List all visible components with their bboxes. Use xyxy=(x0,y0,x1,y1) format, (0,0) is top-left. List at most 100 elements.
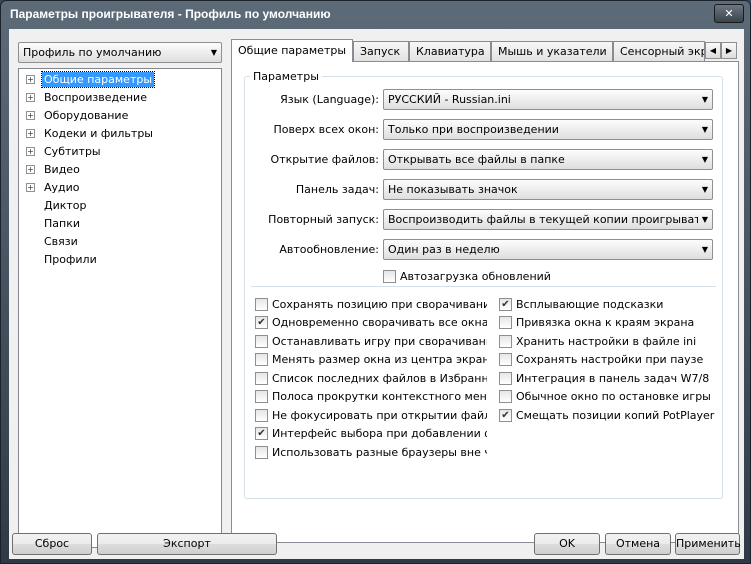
tree-item[interactable]: Связи xyxy=(19,233,219,250)
tree-item-label: Аудио xyxy=(44,181,80,194)
field-select-value: Не показывать значок xyxy=(388,183,518,196)
expand-icon[interactable]: + xyxy=(26,111,35,120)
option-checkbox[interactable]: Сохранять позицию при сворачивании xyxy=(255,296,487,312)
option-checkbox[interactable]: ✔ Одновременно сворачивать все окна xyxy=(255,315,487,331)
checkbox-box[interactable]: ✔ xyxy=(255,316,268,329)
tree-item-label: Воспроизведение xyxy=(44,91,147,104)
tree-item[interactable]: Диктор xyxy=(19,197,219,214)
tab-scroll-right[interactable]: ▶ xyxy=(721,42,737,59)
checkbox-box[interactable]: ✔ xyxy=(499,408,512,422)
player-settings-window: Параметры проигрывателя - Профиль по умо… xyxy=(0,0,751,564)
tab-keyboard[interactable]: Клавиатура xyxy=(409,41,491,61)
export-button[interactable]: Экспорт xyxy=(97,533,277,555)
field-select[interactable]: РУССКИЙ - Russian.ini ▼ xyxy=(383,89,713,110)
tree-item[interactable]: Профили xyxy=(19,251,219,268)
checkbox-box[interactable] xyxy=(499,371,512,385)
checkbox-box[interactable] xyxy=(499,390,512,403)
chevron-down-icon: ▼ xyxy=(701,245,709,254)
expand-icon[interactable]: + xyxy=(26,93,35,102)
checkbox-box[interactable] xyxy=(499,316,512,329)
checkbox-label: Смещать позиции копий PotPlayer xyxy=(516,408,715,422)
field-select[interactable]: Не показывать значок ▼ xyxy=(383,179,713,200)
checkbox-box[interactable] xyxy=(255,371,268,385)
checkbox-box[interactable] xyxy=(499,353,512,366)
tab-label: Общие параметры xyxy=(238,44,347,57)
title-bar[interactable]: Параметры проигрывателя - Профиль по умо… xyxy=(1,1,750,29)
tree-item[interactable]: + Кодеки и фильтры xyxy=(19,125,219,142)
checkbox-box[interactable]: ✔ xyxy=(499,297,512,311)
option-checkbox[interactable]: Список последних файлов в Избранном xyxy=(255,370,487,386)
tab-touchscreen[interactable]: Сенсорный экран xyxy=(613,41,705,61)
checkbox-label: Интерфейс выбора при добавлении файлов xyxy=(272,427,487,440)
field-select[interactable]: Открывать все файлы в папке ▼ xyxy=(383,149,713,170)
settings-tree[interactable]: + Общие параметры + Воспроизведение + Оборудо… xyxy=(18,68,222,548)
tab-general[interactable]: Общие параметры xyxy=(231,39,353,62)
field-select[interactable]: Только при воспроизведении ▼ xyxy=(383,119,713,140)
checkbox-box[interactable] xyxy=(255,390,268,403)
tree-item[interactable]: + Общие параметры xyxy=(19,71,219,88)
reset-button[interactable]: Сброс xyxy=(12,533,92,555)
checkbox-box[interactable] xyxy=(255,408,268,422)
client-area: Профиль по умолчанию ▼ + Общие параметры +… xyxy=(9,29,744,559)
checkbox-box[interactable] xyxy=(255,445,268,459)
expand-icon[interactable]: + xyxy=(26,165,35,174)
ok-button[interactable]: OK xyxy=(534,533,600,555)
option-checkbox[interactable]: Привязка окна к краям экрана xyxy=(499,315,694,331)
field-select-value: Один раз в неделю xyxy=(388,243,500,256)
tab-label: Запуск xyxy=(360,45,401,58)
expand-icon[interactable]: + xyxy=(26,129,35,138)
tab-scroll-left[interactable]: ◀ xyxy=(705,42,721,59)
checkbox-box[interactable] xyxy=(255,353,268,366)
tab-mouse[interactable]: Мышь и указатели xyxy=(491,41,613,61)
field-label: Открытие файлов: xyxy=(270,153,379,166)
option-checkbox[interactable]: Останавливать игру при сворачивании xyxy=(255,333,487,349)
tree-item[interactable]: Папки xyxy=(19,215,219,232)
expand-icon[interactable]: + xyxy=(26,75,35,84)
close-button[interactable]: ✕ xyxy=(714,4,744,23)
option-checkbox[interactable]: Использовать разные браузеры вне чата xyxy=(255,444,487,460)
field-select[interactable]: Один раз в неделю ▼ xyxy=(383,239,713,260)
checkbox-box[interactable] xyxy=(383,269,396,283)
window-title: Параметры проигрывателя - Профиль по умо… xyxy=(10,7,331,21)
option-checkbox[interactable]: Интеграция в панель задач W7/8 xyxy=(499,370,709,386)
tab-startup[interactable]: Запуск xyxy=(353,41,409,61)
option-checkbox[interactable]: Не фокусировать при открытии файла xyxy=(255,407,487,423)
apply-button[interactable]: Применить xyxy=(675,533,741,555)
checkbox-label: Список последних файлов в Избранном xyxy=(272,371,487,385)
tree-item[interactable]: + Воспроизведение xyxy=(19,89,219,106)
check-icon: ✔ xyxy=(501,409,510,421)
option-checkbox[interactable]: Хранить настройки в файле ini xyxy=(499,333,696,349)
tree-item[interactable]: + Оборудование xyxy=(19,107,219,124)
checkbox-box[interactable] xyxy=(255,334,268,348)
expand-icon[interactable]: + xyxy=(26,183,35,192)
chevron-down-icon: ▼ xyxy=(701,215,709,224)
checkbox-label: Использовать разные браузеры вне чата xyxy=(272,445,487,459)
field-select[interactable]: Воспроизводить файлы в текущей копии про… xyxy=(383,209,713,230)
expand-icon[interactable]: + xyxy=(26,147,35,156)
option-checkbox[interactable]: Сохранять настройки при паузе xyxy=(499,352,703,368)
arrow-left-icon: ◀ xyxy=(709,46,717,55)
tab-label: Клавиатура xyxy=(416,45,485,58)
checkbox-box[interactable] xyxy=(255,297,268,311)
checkbox-label: Обычное окно по остановке игры xyxy=(516,390,711,403)
option-checkbox[interactable]: Обычное окно по остановке игры xyxy=(499,389,711,405)
option-checkbox[interactable]: ✔ Смещать позиции копий PotPlayer xyxy=(499,407,714,423)
tree-item[interactable]: + Аудио xyxy=(19,179,219,196)
checkbox-label: Сохранять позицию при сворачивании xyxy=(272,297,487,311)
autoload-updates-checkbox[interactable]: Автозагрузка обновлений xyxy=(383,268,551,284)
chevron-down-icon: ▼ xyxy=(210,48,218,57)
checkbox-box[interactable] xyxy=(499,334,512,348)
option-checkbox[interactable]: ✔ Всплывающие подсказки xyxy=(499,296,663,312)
check-icon: ✔ xyxy=(501,298,510,310)
field-select-value: Воспроизводить файлы в текущей копии про… xyxy=(388,213,698,226)
tree-item[interactable]: + Видео xyxy=(19,161,219,178)
profile-select[interactable]: Профиль по умолчанию ▼ xyxy=(18,42,222,63)
tree-item-label: Профили xyxy=(44,253,97,266)
option-checkbox[interactable]: ✔ Интерфейс выбора при добавлении файлов xyxy=(255,426,487,442)
tree-item[interactable]: + Субтитры xyxy=(19,143,219,160)
checkbox-box[interactable]: ✔ xyxy=(255,427,268,440)
option-checkbox[interactable]: Полоса прокрутки контекстного меню xyxy=(255,389,487,405)
tree-item-label: Субтитры xyxy=(44,145,101,158)
option-checkbox[interactable]: Менять размер окна из центра экрана xyxy=(255,352,487,368)
cancel-button[interactable]: Отмена xyxy=(605,533,671,555)
